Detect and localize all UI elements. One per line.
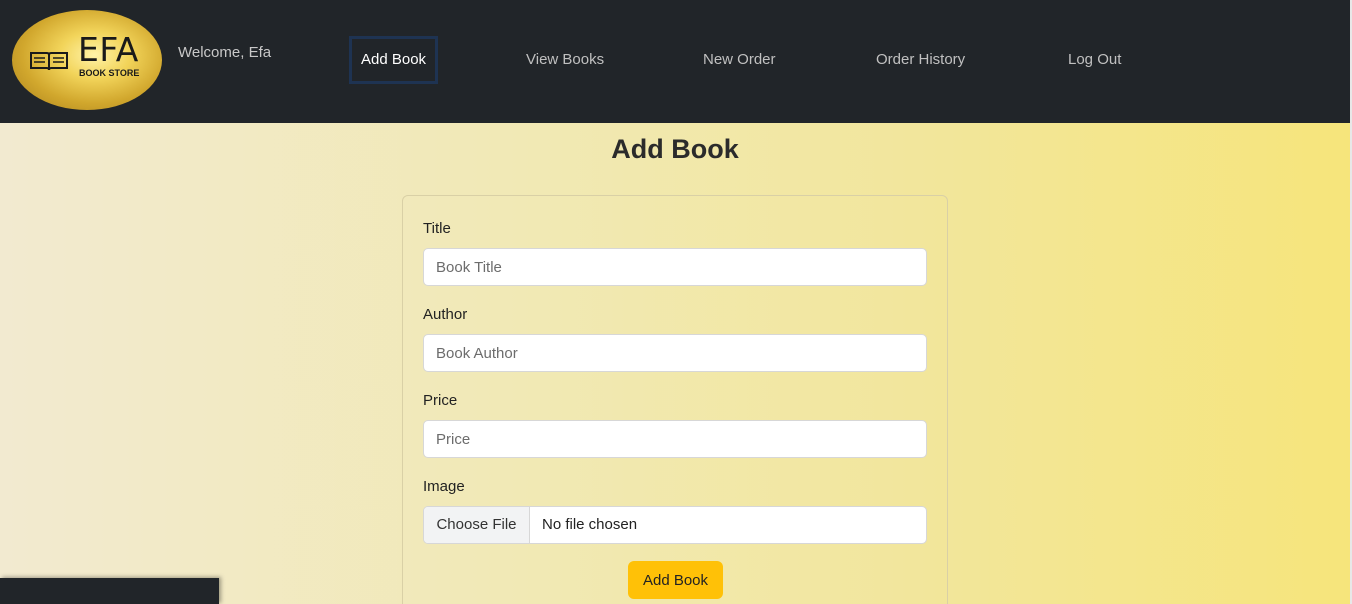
page-title: Add Book bbox=[611, 134, 739, 164]
image-file-input[interactable]: Choose File No file chosen bbox=[423, 506, 927, 544]
navbar: EFA BOOK STORE Welcome, Efa Add Book Vie… bbox=[0, 0, 1350, 123]
title-input[interactable] bbox=[423, 248, 927, 286]
add-book-button[interactable]: Add Book bbox=[628, 561, 723, 599]
author-label: Author bbox=[423, 306, 468, 323]
main-content: Add Book Title Author Price Image Choose… bbox=[0, 123, 1350, 604]
nav-log-out[interactable]: Log Out bbox=[1068, 38, 1121, 82]
nav-order-history[interactable]: Order History bbox=[876, 38, 965, 82]
author-input[interactable] bbox=[423, 334, 927, 372]
logo-subtext: BOOK STORE bbox=[79, 68, 140, 78]
price-input[interactable] bbox=[423, 420, 927, 458]
add-book-form: Title Author Price Image Choose File No … bbox=[402, 195, 948, 604]
welcome-message: Welcome, Efa bbox=[178, 44, 272, 61]
nav-add-book[interactable]: Add Book bbox=[349, 36, 439, 84]
image-label: Image bbox=[423, 478, 465, 495]
price-label: Price bbox=[423, 392, 458, 409]
nav-view-books[interactable]: View Books bbox=[526, 38, 604, 82]
title-label: Title bbox=[423, 220, 451, 237]
choose-file-button[interactable]: Choose File bbox=[424, 507, 530, 543]
brand-logo[interactable]: EFA BOOK STORE bbox=[12, 10, 162, 110]
nav-new-order[interactable]: New Order bbox=[703, 38, 776, 82]
open-book-icon bbox=[30, 52, 68, 71]
file-status: No file chosen bbox=[542, 516, 638, 533]
overlay-panel bbox=[0, 578, 219, 604]
logo-text: EFA bbox=[78, 30, 139, 69]
